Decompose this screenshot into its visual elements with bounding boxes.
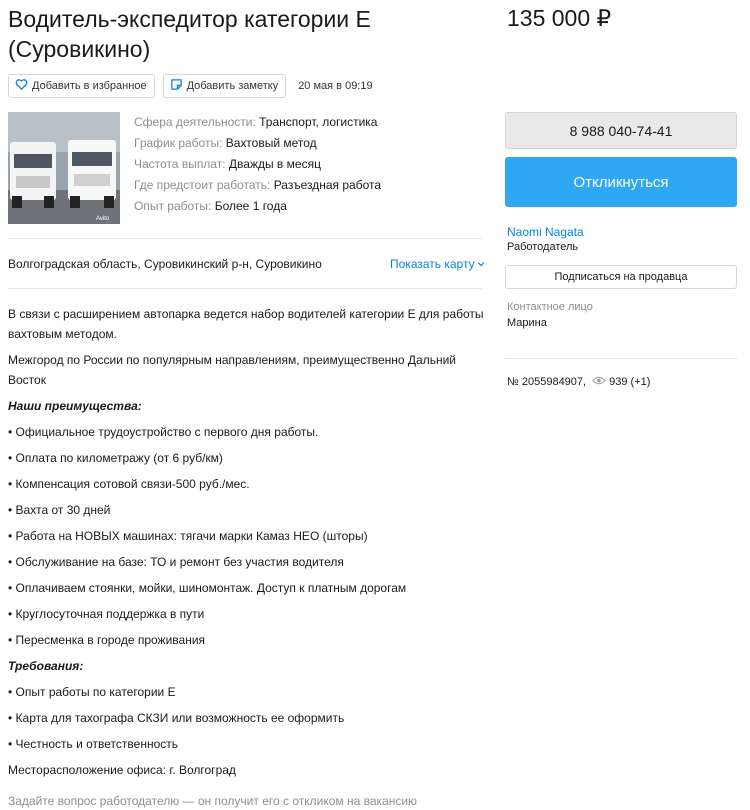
param-value: Дважды в месяц xyxy=(228,157,321,171)
description-routes: Межгород по России по популярным направл… xyxy=(8,353,456,387)
param-value: Более 1 года xyxy=(214,199,287,213)
listing-title: Водитель-экспедитор категории Е (Суровик… xyxy=(8,6,371,62)
contact-person-name: Марина xyxy=(507,317,547,329)
description-intro: В связи с расширением автопарка ведется … xyxy=(8,307,484,341)
listing-id: № 2055984907, xyxy=(507,376,587,388)
requirement-item: • Карта для тахографа СКЗИ или возможнос… xyxy=(8,711,345,725)
add-to-favorites-button[interactable]: Добавить в избранное xyxy=(8,74,155,98)
chevron-down-icon xyxy=(477,257,485,271)
advantage-item: • Оплачиваем стоянки, мойки, шиномонтаж.… xyxy=(8,581,407,595)
advantage-item: • Компенсация сотовой связи-500 руб./мес… xyxy=(8,477,250,491)
seller-role: Работодатель xyxy=(507,241,579,253)
advantage-item: • Вахта от 30 дней xyxy=(8,503,111,517)
office-location: Месторасположение офиса: г. Волгоград xyxy=(8,763,236,777)
listing-actions: Добавить в избранное Добавить заметку 20… xyxy=(8,74,373,98)
add-note-button[interactable]: Добавить заметку xyxy=(162,74,287,98)
param-row: Сфера деятельности: Транспорт, логистика xyxy=(134,112,381,133)
listing-meta: № 2055984907, 939 (+1) xyxy=(507,376,650,388)
subscribe-seller-button[interactable]: Подписаться на продавца xyxy=(505,265,737,289)
advantage-item: • Круглосуточная поддержка в пути xyxy=(8,607,205,621)
location-address: Волгоградская область, Суровикинский р-н… xyxy=(8,257,322,271)
param-label: График работы: xyxy=(134,136,223,150)
advantages-heading: Наши преимущества: xyxy=(8,399,142,413)
ask-employer-hint: Задайте вопрос работодателю — он получит… xyxy=(8,794,418,808)
param-row: Опыт работы: Более 1 года xyxy=(134,196,381,217)
advantage-item: • Оплата по километражу (от 6 руб/км) xyxy=(8,451,223,465)
job-params: Сфера деятельности: Транспорт, логистика… xyxy=(134,112,381,217)
param-row: Частота выплат: Дважды в месяц xyxy=(134,154,381,175)
requirement-item: • Опыт работы по категории Е xyxy=(8,685,176,699)
note-icon xyxy=(170,78,183,94)
publish-date: 20 мая в 09:19 xyxy=(298,80,373,92)
respond-button[interactable]: Откликнуться xyxy=(505,157,737,207)
divider xyxy=(8,238,482,239)
divider xyxy=(505,358,737,359)
show-map-link[interactable]: Показать карту xyxy=(390,257,485,271)
contact-person-label: Контактное лицо xyxy=(507,301,593,313)
param-label: Сфера деятельности: xyxy=(134,115,256,129)
advantage-item: • Официальное трудоустройство с первого … xyxy=(8,425,319,439)
favorites-label: Добавить в избранное xyxy=(32,80,147,92)
param-value: Транспорт, логистика xyxy=(259,115,378,129)
eye-icon xyxy=(592,376,606,388)
advantage-item: • Обслуживание на базе: ТО и ремонт без … xyxy=(8,555,344,569)
note-label: Добавить заметку xyxy=(186,80,279,92)
photo-watermark: Avito xyxy=(96,216,110,222)
show-phone-button[interactable]: 8 988 040-74-41 xyxy=(505,112,737,149)
param-label: Опыт работы: xyxy=(134,199,212,213)
views-counter: 939 (+1) xyxy=(592,376,650,388)
job-description: В связи с расширением автопарка ведется … xyxy=(8,304,486,780)
param-row: Где предстоит работать: Разъездная работ… xyxy=(134,175,381,196)
advantage-item: • Пересменка в городе проживания xyxy=(8,633,206,647)
listing-price: 135 000 ₽ xyxy=(507,5,612,31)
views-count: 939 (+1) xyxy=(609,376,651,388)
listing-photo[interactable]: Avito xyxy=(8,112,120,224)
param-label: Частота выплат: xyxy=(134,157,226,171)
heart-icon xyxy=(15,78,28,94)
param-label: Где предстоит работать: xyxy=(134,178,271,192)
divider xyxy=(8,288,482,289)
advantage-item: • Работа на НОВЫХ машинах: тягачи марки … xyxy=(8,529,368,543)
param-row: График работы: Вахтовый метод xyxy=(134,133,381,154)
requirements-heading: Требования: xyxy=(8,659,84,673)
param-value: Разъездная работа xyxy=(273,178,382,192)
param-value: Вахтовый метод xyxy=(225,136,317,150)
requirement-item: • Честность и ответственность xyxy=(8,737,178,751)
show-map-label: Показать карту xyxy=(390,257,475,271)
seller-name-link[interactable]: Naomi Nagata xyxy=(507,225,584,239)
